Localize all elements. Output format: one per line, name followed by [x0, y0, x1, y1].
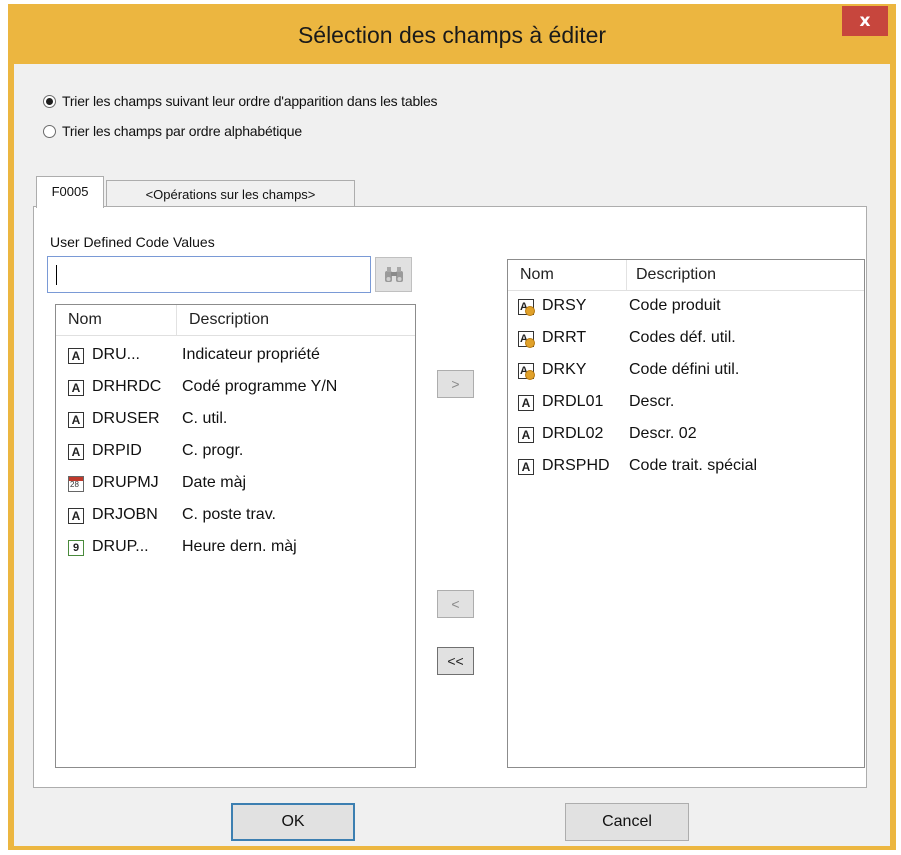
field-description: Code trait. spécial: [629, 457, 758, 474]
field-name: DRUPMJ: [92, 474, 159, 491]
column-header-description[interactable]: Description: [189, 311, 269, 329]
field-name: DRSY: [542, 297, 587, 314]
alpha-field-icon: A: [68, 348, 84, 364]
list-item[interactable]: 9 DRUP... Heure dern. màj: [56, 532, 415, 564]
date-field-icon: 28: [68, 476, 84, 492]
list-item[interactable]: A DRDL01 Descr.: [508, 387, 864, 419]
tab-f0005[interactable]: F0005: [36, 176, 104, 208]
field-name: DRUSER: [92, 410, 160, 427]
alpha-field-icon: A: [68, 412, 84, 428]
column-header-description[interactable]: Description: [636, 266, 716, 284]
field-name: DRJOBN: [92, 506, 158, 523]
alpha-field-icon: A: [518, 459, 534, 475]
alpha-field-icon: A: [518, 427, 534, 443]
field-name: DRKY: [542, 361, 587, 378]
list-item[interactable]: A DRSY Code produit: [508, 291, 864, 323]
title-bar[interactable]: Sélection des champs à éditer x: [8, 4, 896, 64]
list-item[interactable]: A DRJOBN C. poste trav.: [56, 500, 415, 532]
field-name: DRUP...: [92, 538, 149, 555]
field-description: Code produit: [629, 297, 721, 314]
alpha-field-icon: A: [68, 444, 84, 460]
remove-field-button[interactable]: <: [437, 590, 474, 618]
field-name: DRDL01: [542, 393, 604, 410]
key-alpha-field-icon: A: [518, 331, 535, 348]
alpha-field-icon: A: [68, 380, 84, 396]
add-field-button[interactable]: >: [437, 370, 474, 398]
list-item[interactable]: 28 DRUPMJ Date màj: [56, 468, 415, 500]
date-icon-text: 28: [70, 480, 79, 489]
field-description: C. progr.: [182, 442, 244, 459]
radio-button[interactable]: [43, 124, 56, 138]
sort-alphabetical-label: Trier les champs par ordre alphabétique: [62, 123, 302, 139]
field-name: DRPID: [92, 442, 142, 459]
field-description: C. poste trav.: [182, 506, 276, 523]
field-name: DRRT: [542, 329, 587, 346]
alpha-field-icon: A: [518, 395, 534, 411]
column-header-name[interactable]: Nom: [520, 266, 554, 284]
tab-field-operations[interactable]: <Opérations sur les champs>: [106, 180, 355, 208]
list-header: Nom Description: [56, 305, 415, 336]
list-item[interactable]: A DRRT Codes déf. util.: [508, 323, 864, 355]
close-button[interactable]: x: [842, 6, 888, 36]
selected-fields-list[interactable]: Nom Description A DRSY Code produit A DR…: [507, 259, 865, 768]
field-name: DRHRDC: [92, 378, 162, 395]
radio-button[interactable]: [43, 94, 56, 108]
binoculars-icon: [384, 266, 403, 282]
field-description: Codé programme Y/N: [182, 378, 338, 395]
list-item[interactable]: A DRDL02 Descr. 02: [508, 419, 864, 451]
available-fields-list[interactable]: Nom Description A DRU... Indicateur prop…: [55, 304, 416, 768]
field-description: Descr.: [629, 393, 675, 410]
text-caret: [56, 265, 57, 285]
field-name: DRSPHD: [542, 457, 610, 474]
list-header: Nom Description: [508, 260, 864, 291]
field-description: Heure dern. màj: [182, 538, 297, 555]
list-item[interactable]: A DRPID C. progr.: [56, 436, 415, 468]
field-description: Codes déf. util.: [629, 329, 736, 346]
list-item[interactable]: A DRSPHD Code trait. spécial: [508, 451, 864, 483]
sort-by-table-order-option[interactable]: Trier les champs suivant leur ordre d'ap…: [43, 93, 438, 109]
list-item[interactable]: A DRUSER C. util.: [56, 404, 415, 436]
field-description: Date màj: [182, 474, 247, 491]
dialog-title: Sélection des champs à éditer: [297, 22, 607, 48]
remove-all-fields-button[interactable]: <<: [437, 647, 474, 675]
key-alpha-field-icon: A: [518, 363, 535, 380]
ok-button[interactable]: OK: [231, 803, 355, 841]
sort-alphabetical-option[interactable]: Trier les champs par ordre alphabétique: [43, 123, 302, 139]
field-description: C. util.: [182, 410, 228, 427]
udc-label: User Defined Code Values: [50, 234, 215, 250]
column-header-name[interactable]: Nom: [68, 311, 102, 329]
field-name: DRDL02: [542, 425, 604, 442]
list-item[interactable]: A DRHRDC Codé programme Y/N: [56, 372, 415, 404]
alpha-field-icon: A: [68, 508, 84, 524]
sort-by-table-order-label: Trier les champs suivant leur ordre d'ap…: [62, 93, 438, 109]
list-item[interactable]: A DRKY Code défini util.: [508, 355, 864, 387]
search-input[interactable]: [47, 256, 371, 293]
field-description: Descr. 02: [629, 425, 697, 442]
field-name: DRU...: [92, 346, 140, 363]
find-button[interactable]: [375, 257, 412, 292]
field-description: Indicateur propriété: [182, 346, 320, 363]
list-item[interactable]: A DRU... Indicateur propriété: [56, 340, 415, 372]
cancel-button[interactable]: Cancel: [565, 803, 689, 841]
key-alpha-field-icon: A: [518, 299, 535, 316]
field-description: Code défini util.: [629, 361, 740, 378]
numeric-field-icon: 9: [68, 540, 84, 556]
